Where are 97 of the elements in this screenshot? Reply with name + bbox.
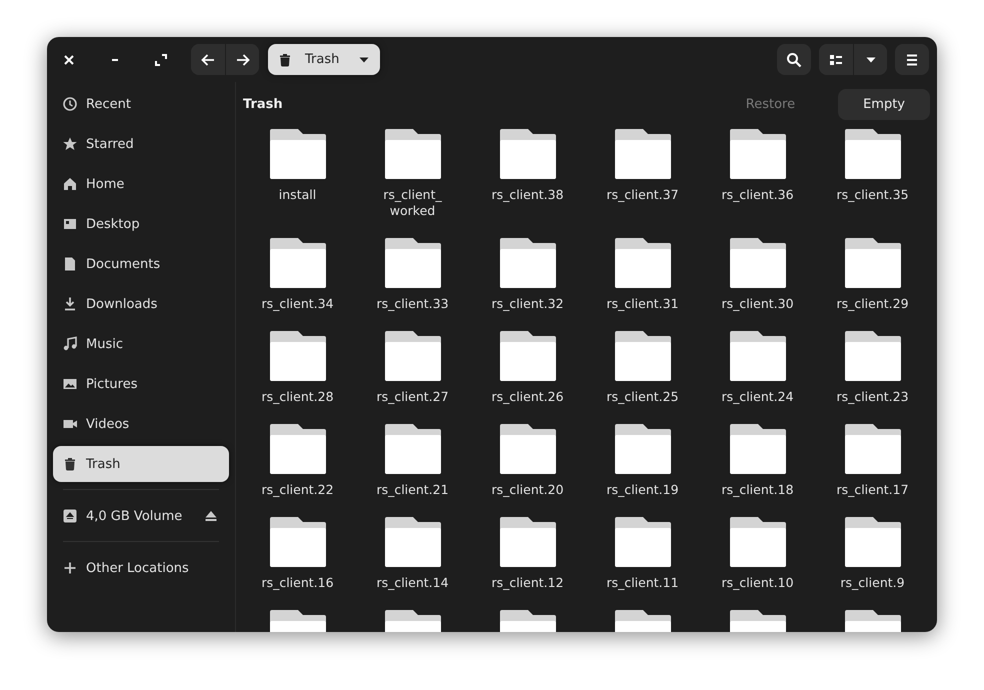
sidebar-item[interactable]: Other Locations: [53, 550, 229, 586]
file-name[interactable]: rs_client.12: [491, 575, 564, 591]
folder-icon[interactable]: [730, 129, 786, 179]
folder-icon[interactable]: [500, 238, 556, 288]
trash-icon: [62, 456, 78, 472]
file-name[interactable]: rs_client.11: [606, 575, 679, 591]
file-name[interactable]: rs_client.16: [261, 575, 334, 591]
music-note-icon: [62, 336, 78, 352]
folder-icon[interactable]: [844, 331, 900, 381]
sidebar-item[interactable]: Recent: [53, 86, 229, 122]
folder-icon[interactable]: [270, 129, 326, 179]
file-name[interactable]: rs_client.22: [261, 482, 334, 498]
file-name[interactable]: rs_client.21: [376, 482, 449, 498]
folder-icon[interactable]: [270, 424, 326, 474]
sidebar-item[interactable]: Desktop: [53, 206, 229, 242]
folder-icon[interactable]: [844, 424, 900, 474]
trash-icon: [277, 52, 293, 68]
folder-icon[interactable]: [844, 129, 900, 179]
sidebar-item[interactable]: Starred: [53, 126, 229, 162]
house-icon: [62, 176, 78, 192]
file-name[interactable]: rs_client.23: [836, 389, 909, 405]
file-name[interactable]: rs_client.33: [376, 296, 449, 312]
file-name[interactable]: rs_client.10: [721, 575, 794, 591]
close-icon: [63, 54, 75, 66]
file-name[interactable]: rs_client.24: [721, 389, 794, 405]
search-button[interactable]: [777, 44, 811, 75]
file-name[interactable]: rs_client.19: [606, 482, 679, 498]
search-icon: [786, 52, 802, 68]
left-arrow-icon: [200, 52, 216, 68]
folder-icon[interactable]: [614, 331, 670, 381]
folder-icon[interactable]: [270, 517, 326, 567]
file-name[interactable]: rs_client.17: [836, 482, 909, 498]
menu-icon: [904, 52, 920, 68]
folder-icon[interactable]: [614, 517, 670, 567]
folder-icon[interactable]: [384, 331, 440, 381]
star-icon: [62, 136, 78, 152]
file-name[interactable]: rs_client.35: [836, 187, 909, 203]
file-name[interactable]: rs_client.27: [376, 389, 449, 405]
file-name[interactable]: rs_client.28: [261, 389, 334, 405]
desktop-icon: [62, 216, 78, 232]
clock-icon: [62, 96, 78, 112]
file-name[interactable]: rs_client.31: [606, 296, 679, 312]
folder-icon[interactable]: [500, 129, 556, 179]
folder-icon[interactable]: [384, 129, 440, 179]
sidebar-item[interactable]: Home: [53, 166, 229, 202]
download-icon: [62, 296, 78, 312]
forward-button[interactable]: [225, 44, 259, 75]
folder-icon[interactable]: [270, 331, 326, 381]
sidebar-item[interactable]: Trash: [53, 446, 229, 482]
file-name[interactable]: rs_client.32: [491, 296, 564, 312]
maximize-icon: [155, 54, 167, 66]
sidebar-item[interactable]: Documents: [53, 246, 229, 282]
folder-icon[interactable]: [384, 424, 440, 474]
folder-icon[interactable]: [500, 424, 556, 474]
sidebar-item[interactable]: 4,0 GB Volume: [53, 498, 229, 534]
plus-icon: [62, 560, 78, 576]
folder-icon[interactable]: [384, 517, 440, 567]
right-arrow-icon: [234, 52, 250, 68]
view-options-button[interactable]: [853, 44, 887, 75]
file-name[interactable]: rs_client.38: [491, 187, 564, 203]
folder-title: Trash: [243, 96, 284, 112]
location-button[interactable]: Trash: [268, 44, 380, 75]
folder-icon[interactable]: [500, 331, 556, 381]
folder-icon[interactable]: [270, 238, 326, 288]
folder-icon[interactable]: [614, 129, 670, 179]
sidebar-item[interactable]: Downloads: [53, 286, 229, 322]
file-name[interactable]: rs_client.9: [840, 575, 905, 591]
folder-icon[interactable]: [730, 517, 786, 567]
sidebar-item[interactable]: Videos: [53, 406, 229, 442]
sidebar-item[interactable]: Pictures: [53, 366, 229, 402]
folder-icon[interactable]: [844, 517, 900, 567]
folder-icon[interactable]: [614, 238, 670, 288]
file-name[interactable]: rs_client.30: [721, 296, 794, 312]
file-name[interactable]: rs_client.26: [491, 389, 564, 405]
empty-button[interactable]: Empty: [838, 88, 930, 120]
folder-icon[interactable]: [614, 424, 670, 474]
file-name[interactable]: install: [278, 187, 316, 203]
menu-button[interactable]: [895, 44, 929, 75]
image-icon: [62, 376, 78, 392]
file-name[interactable]: rs_client.36: [721, 187, 794, 203]
folder-icon[interactable]: [730, 331, 786, 381]
file-name[interactable]: rs_client.14: [376, 575, 449, 591]
file-name[interactable]: rs_client.20: [491, 482, 564, 498]
file-name[interactable]: rs_client.25: [606, 389, 679, 405]
folder-icon[interactable]: [384, 238, 440, 288]
folder-icon[interactable]: [730, 238, 786, 288]
file-name[interactable]: rs_client.18: [721, 482, 794, 498]
folder-icon[interactable]: [500, 517, 556, 567]
folder-icon[interactable]: [730, 424, 786, 474]
file-name[interactable]: rs_client.37: [606, 187, 679, 203]
sidebar-item[interactable]: Music: [53, 326, 229, 362]
drive-icon: [62, 508, 78, 524]
file-name[interactable]: rs_client_ worked: [383, 187, 442, 219]
document-icon: [62, 256, 78, 272]
folder-icon[interactable]: [844, 238, 900, 288]
file-name[interactable]: rs_client.29: [836, 296, 909, 312]
file-name[interactable]: rs_client.34: [261, 296, 334, 312]
